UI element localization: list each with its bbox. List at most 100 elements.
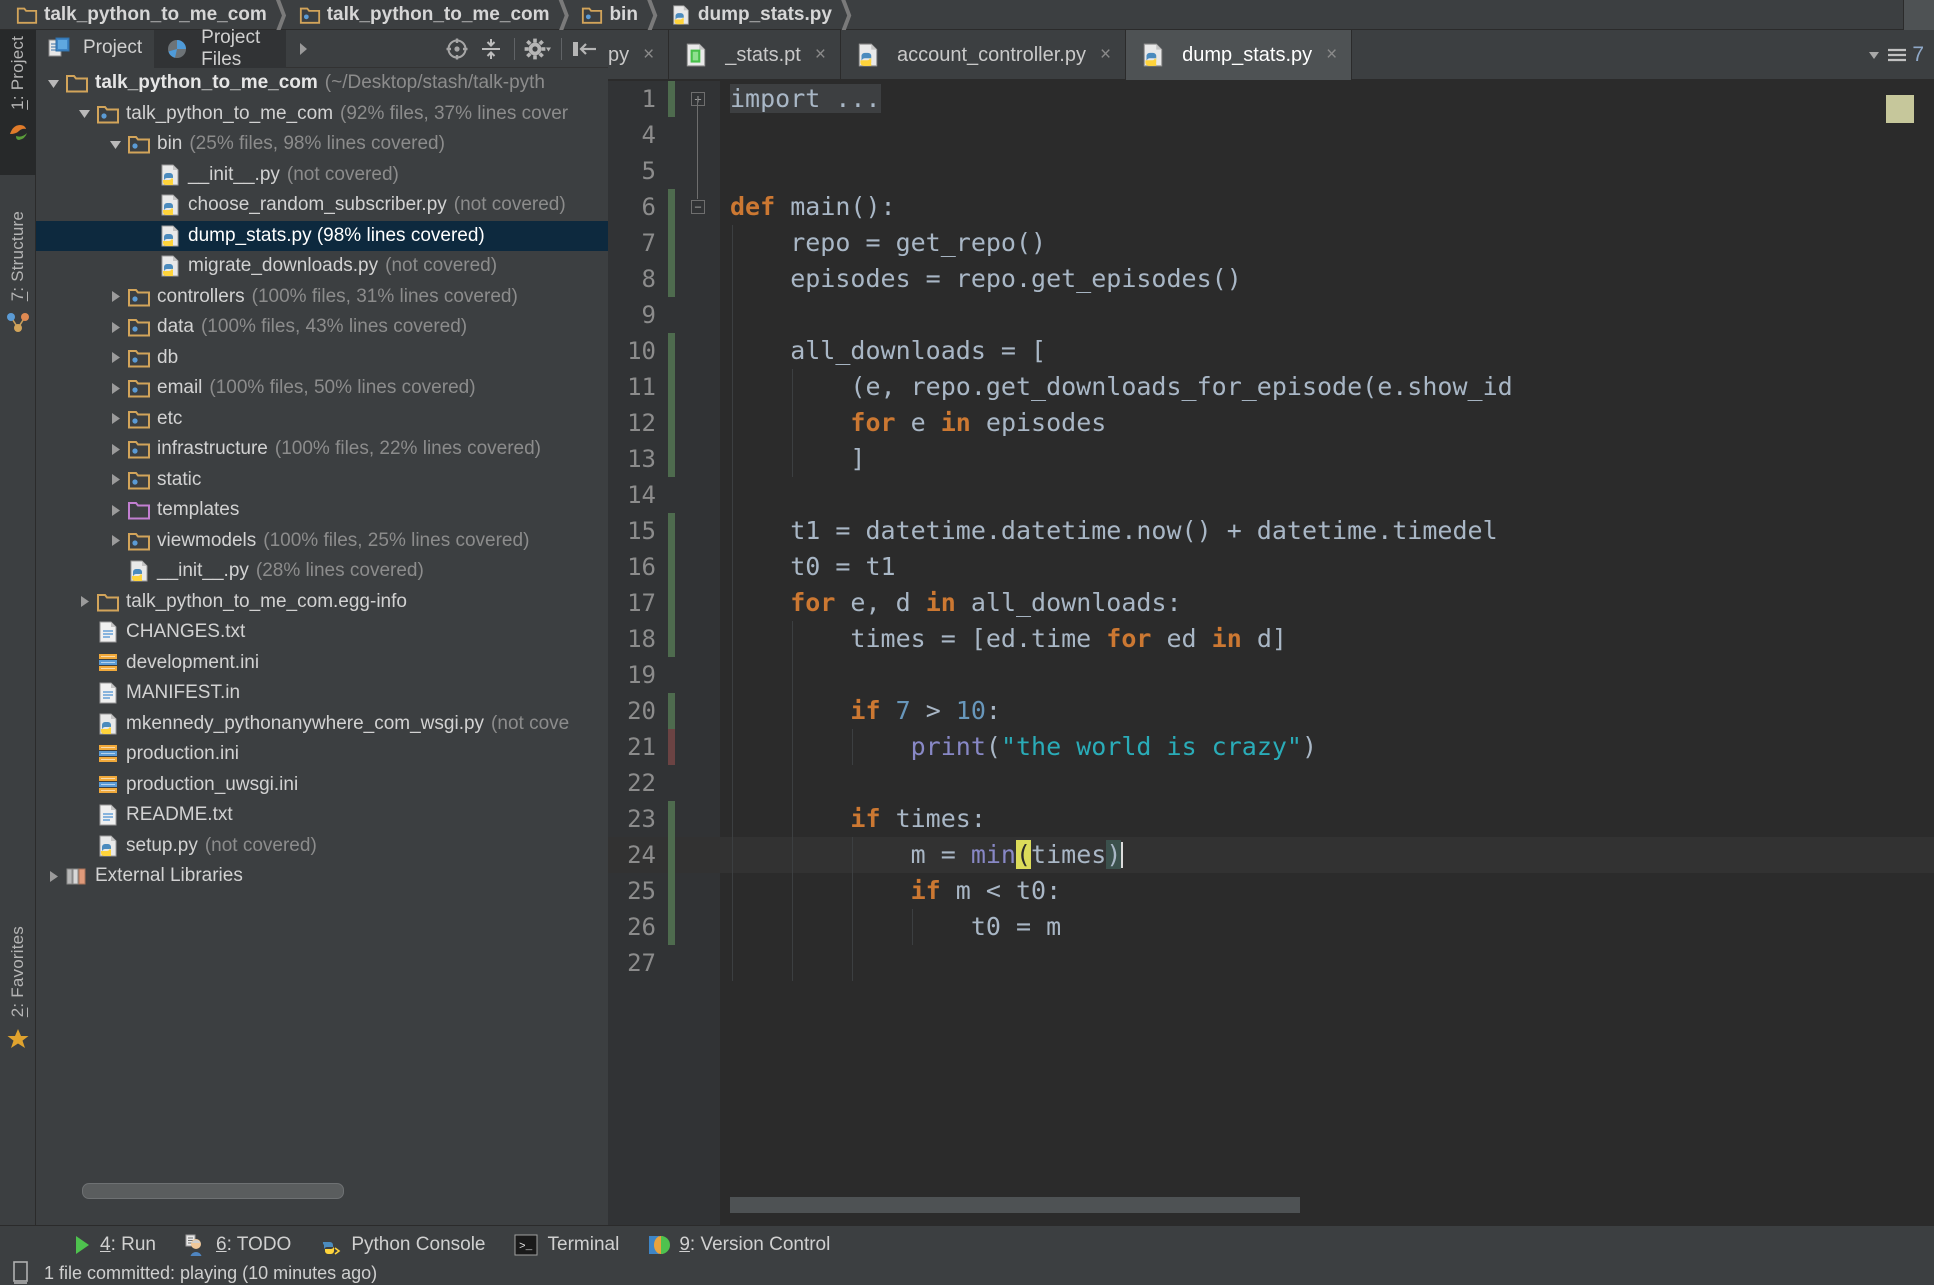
line-number[interactable]: 25	[608, 873, 656, 909]
code-line[interactable]: 27	[608, 945, 1934, 981]
line-number[interactable]: 1	[608, 81, 656, 117]
project-tree[interactable]: talk_python_to_me_com(~/Desktop/stash/ta…	[36, 68, 608, 1185]
tree-row[interactable]: External Libraries	[36, 861, 608, 892]
tree-row[interactable]: viewmodels(100% files, 25% lines covered…	[36, 526, 608, 557]
line-number[interactable]: 10	[608, 333, 656, 369]
chevron-right-icon[interactable]	[108, 503, 123, 518]
chevron-down-icon[interactable]	[46, 76, 61, 91]
line-number[interactable]: 16	[608, 549, 656, 585]
code-line[interactable]: 5	[608, 153, 1934, 189]
chevron-down-icon[interactable]	[108, 137, 123, 152]
editor-tab-overflow[interactable]: 7	[1866, 30, 1934, 79]
tool-window-button-project[interactable]: 1: Project	[0, 30, 36, 175]
line-number[interactable]: 9	[608, 297, 656, 333]
bottom-tool-button-todo[interactable]: 6: TODO	[170, 1226, 305, 1264]
code-line[interactable]: 18 times = [ed.time for ed in d]	[608, 621, 1934, 657]
line-number[interactable]: 8	[608, 261, 656, 297]
chevron-right-icon[interactable]	[77, 594, 92, 609]
chevron-right-icon[interactable]	[46, 869, 61, 884]
close-icon[interactable]: ×	[815, 44, 826, 66]
scroll-from-source-icon[interactable]	[440, 32, 474, 66]
tree-row[interactable]: __init__.py(28% lines covered)	[36, 556, 608, 587]
tree-row[interactable]: infrastructure(100% files, 22% lines cov…	[36, 434, 608, 465]
close-icon[interactable]: ×	[643, 44, 654, 66]
line-number[interactable]: 11	[608, 369, 656, 405]
project-tab-project[interactable]: Project	[36, 30, 154, 68]
line-number[interactable]: 27	[608, 945, 656, 981]
hide-panel-icon[interactable]	[568, 32, 602, 66]
line-number[interactable]: 5	[608, 153, 656, 189]
code-line[interactable]: 15 t1 = datetime.datetime.now() + dateti…	[608, 513, 1934, 549]
code-editor[interactable]: 1+import ...456−def main():7 repo = get_…	[608, 81, 1934, 1225]
editor-tab-accountcontrollerpy[interactable]: account_controller.py×	[841, 30, 1126, 80]
line-number[interactable]: 4	[608, 117, 656, 153]
tree-row[interactable]: migrate_downloads.py(not covered)	[36, 251, 608, 282]
code-line[interactable]: 16 t0 = t1	[608, 549, 1934, 585]
tree-row[interactable]: talk_python_to_me_com(~/Desktop/stash/ta…	[36, 68, 608, 99]
tree-row[interactable]: __init__.py(not covered)	[36, 160, 608, 191]
code-line[interactable]: 8 episodes = repo.get_episodes()	[608, 261, 1934, 297]
bottom-tool-button-run[interactable]: 4: Run	[58, 1226, 170, 1264]
line-number[interactable]: 26	[608, 909, 656, 945]
line-number[interactable]: 14	[608, 477, 656, 513]
fold-expand-icon[interactable]: +	[691, 92, 705, 106]
code-line[interactable]: 6−def main():	[608, 189, 1934, 225]
tree-row[interactable]: bin(25% files, 98% lines covered)	[36, 129, 608, 160]
editor-tab-dumpstatspy[interactable]: dump_stats.py×	[1126, 30, 1352, 80]
gear-icon[interactable]	[521, 32, 555, 66]
code-line[interactable]: 10 all_downloads = [	[608, 333, 1934, 369]
chevron-down-icon[interactable]	[1866, 48, 1882, 62]
chevron-right-icon[interactable]	[108, 411, 123, 426]
line-number[interactable]: 23	[608, 801, 656, 837]
tree-row[interactable]: email(100% files, 50% lines covered)	[36, 373, 608, 404]
tree-row[interactable]: README.txt	[36, 800, 608, 831]
code-line[interactable]: 4	[608, 117, 1934, 153]
editor-tab-statspt[interactable]: _stats.pt×	[669, 30, 841, 80]
project-horizontal-scrollbar[interactable]	[82, 1183, 344, 1199]
fold-collapse-icon[interactable]: −	[691, 200, 705, 214]
close-icon[interactable]: ×	[1100, 44, 1111, 66]
line-number[interactable]: 22	[608, 765, 656, 801]
code-line[interactable]: 11 (e, repo.get_downloads_for_episode(e.…	[608, 369, 1934, 405]
breadcrumb-item-1[interactable]: talk_python_to_me_com	[293, 0, 552, 30]
chevron-right-icon[interactable]	[108, 350, 123, 365]
line-number[interactable]: 15	[608, 513, 656, 549]
tree-row[interactable]: setup.py(not covered)	[36, 831, 608, 862]
chevron-right-icon[interactable]	[108, 289, 123, 304]
chevron-down-icon[interactable]	[77, 106, 92, 121]
line-number[interactable]: 6	[608, 189, 656, 225]
tree-row[interactable]: static	[36, 465, 608, 496]
code-line[interactable]: 19	[608, 657, 1934, 693]
code-line[interactable]: 26 t0 = m	[608, 909, 1934, 945]
project-tab-project-files[interactable]: Project Files	[154, 30, 286, 68]
code-line[interactable]: 13 ]	[608, 441, 1934, 477]
tree-row[interactable]: etc	[36, 404, 608, 435]
line-number[interactable]: 12	[608, 405, 656, 441]
chevron-right-icon[interactable]	[108, 381, 123, 396]
code-line[interactable]: 23 if times:	[608, 801, 1934, 837]
code-line[interactable]: 1+import ...	[608, 81, 1934, 117]
tree-row[interactable]: db	[36, 343, 608, 374]
chevron-right-icon[interactable]	[108, 320, 123, 335]
chevron-right-icon[interactable]	[108, 442, 123, 457]
tree-row[interactable]: production.ini	[36, 739, 608, 770]
navbar-right-button[interactable]	[1903, 0, 1934, 30]
tree-row[interactable]: CHANGES.txt	[36, 617, 608, 648]
tree-row[interactable]: templates	[36, 495, 608, 526]
line-number[interactable]: 17	[608, 585, 656, 621]
tree-row[interactable]: data(100% files, 43% lines covered)	[36, 312, 608, 343]
code-line[interactable]: 21 print("the world is crazy")	[608, 729, 1934, 765]
bottom-tool-button-pythonconsole[interactable]: Python Console	[305, 1226, 499, 1264]
chevron-right-icon[interactable]	[108, 472, 123, 487]
line-number[interactable]: 21	[608, 729, 656, 765]
collapse-all-icon[interactable]	[474, 32, 508, 66]
code-line[interactable]: 14	[608, 477, 1934, 513]
code-line[interactable]: 24 m = min(times)	[608, 837, 1934, 873]
bottom-tool-button-terminal[interactable]: >_Terminal	[500, 1226, 634, 1264]
tool-window-button-favorites[interactable]: 2: Favorites	[0, 920, 36, 1110]
code-line[interactable]: 12 for e in episodes	[608, 405, 1934, 441]
code-line[interactable]: 17 for e, d in all_downloads:	[608, 585, 1934, 621]
tree-row[interactable]: talk_python_to_me_com(92% files, 37% lin…	[36, 99, 608, 130]
chevron-right-icon[interactable]	[108, 533, 123, 548]
line-number[interactable]: 7	[608, 225, 656, 261]
